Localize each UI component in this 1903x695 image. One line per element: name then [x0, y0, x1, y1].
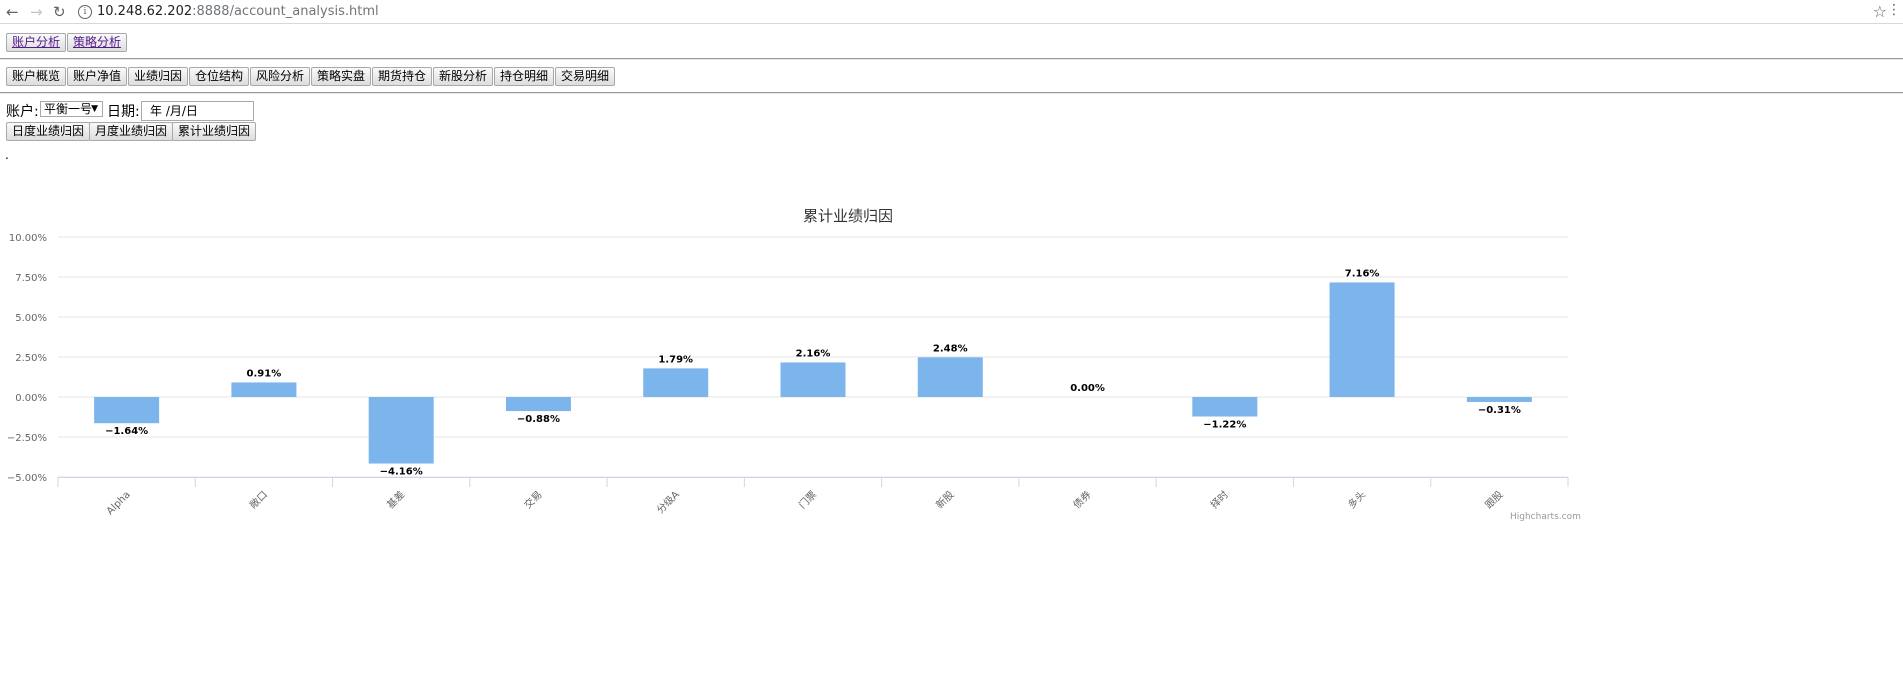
- tab-account-overview[interactable]: 账户概览: [6, 67, 67, 86]
- browser-toolbar: ← → ↻ i 10.248.62.202:8888/account_analy…: [0, 0, 1903, 24]
- info-icon[interactable]: i: [78, 5, 92, 19]
- bar: [643, 368, 709, 397]
- back-arrow-icon[interactable]: ←: [6, 3, 19, 21]
- data-label: −1.22%: [1203, 420, 1246, 431]
- y-tick-label: 0.00%: [15, 393, 47, 404]
- highcharts-credits[interactable]: Highcharts.com: [1510, 512, 1581, 522]
- data-label: 2.16%: [796, 348, 831, 359]
- bar: [368, 397, 434, 464]
- bar: [917, 357, 983, 397]
- nav-account-analysis[interactable]: 账户分析: [6, 33, 67, 52]
- x-tick-label: 交易: [521, 488, 544, 511]
- loading-text: .: [5, 148, 9, 162]
- tab-account-nav[interactable]: 账户净值: [67, 67, 128, 86]
- tab-position-structure[interactable]: 仓位结构: [189, 67, 250, 86]
- x-tick-label: 分级A: [654, 489, 682, 517]
- reload-icon[interactable]: ↻: [53, 3, 66, 21]
- account-label: 账户:: [6, 104, 39, 120]
- bar: [1466, 397, 1532, 402]
- url-host: 10.248.62.202: [97, 4, 193, 19]
- bar: [231, 382, 297, 397]
- data-label: 2.48%: [933, 343, 968, 354]
- forward-arrow-icon[interactable]: →: [30, 3, 43, 21]
- tab-performance-attribution[interactable]: 业绩归因: [128, 67, 189, 86]
- divider: [0, 92, 1903, 94]
- y-tick-label: 5.00%: [15, 313, 47, 324]
- date-input[interactable]: 年 /月/日: [141, 101, 254, 121]
- dropdown-arrow-icon: ▼: [91, 104, 98, 114]
- tab-ipo-analysis[interactable]: 新股分析: [433, 67, 494, 86]
- data-label: −0.31%: [1478, 405, 1521, 416]
- bar: [94, 397, 160, 424]
- data-label: −4.16%: [380, 467, 423, 478]
- bookmark-star-icon[interactable]: ☆: [1873, 2, 1887, 21]
- menu-dots-icon[interactable]: ⋮: [1887, 2, 1901, 18]
- y-tick-label: 7.50%: [15, 273, 47, 284]
- x-tick-label: 敞口: [247, 488, 270, 511]
- tab-holdings-detail[interactable]: 持仓明细: [494, 67, 555, 86]
- y-tick-label: −2.50%: [7, 433, 47, 444]
- tab-futures-holdings[interactable]: 期货持仓: [372, 67, 433, 86]
- y-tick-label: 10.00%: [9, 233, 47, 244]
- bar: [1192, 397, 1258, 417]
- x-tick-label: 基差: [384, 488, 407, 511]
- y-tick-label: −5.00%: [7, 473, 47, 484]
- tab-strategy-live[interactable]: 策略实盘: [311, 67, 372, 86]
- nav-strategy-analysis[interactable]: 策略分析: [67, 33, 128, 52]
- data-label: −1.64%: [105, 426, 148, 437]
- data-label: 0.00%: [1070, 383, 1105, 394]
- monthly-attribution-button[interactable]: 月度业绩归因: [89, 122, 174, 141]
- daily-attribution-button[interactable]: 日度业绩归因: [6, 122, 91, 141]
- divider: [0, 58, 1903, 60]
- tab-risk-analysis[interactable]: 风险分析: [250, 67, 311, 86]
- x-tick-label: 债券: [1070, 488, 1093, 511]
- address-bar[interactable]: 10.248.62.202:8888/account_analysis.html: [97, 3, 379, 21]
- url-path: :8888/account_analysis.html: [192, 4, 379, 19]
- data-label: −0.88%: [517, 414, 560, 425]
- account-select[interactable]: 平衡一号 ▼: [40, 101, 103, 117]
- bar: [505, 397, 571, 412]
- x-tick-label: 择时: [1208, 488, 1231, 511]
- data-label: 0.91%: [247, 368, 282, 379]
- date-label: 日期:: [107, 104, 140, 120]
- chart-title: 累计业绩归因: [803, 207, 893, 225]
- x-tick-label: 跟股: [1483, 489, 1506, 512]
- cumulative-attribution-button[interactable]: 累计业绩归因: [172, 122, 257, 141]
- x-tick-label: 多头: [1345, 488, 1368, 511]
- data-label: 1.79%: [658, 354, 693, 365]
- account-select-value: 平衡一号: [44, 102, 93, 116]
- bar: [1329, 282, 1395, 397]
- x-tick-label: 新股: [933, 488, 956, 511]
- bar: [780, 362, 846, 397]
- attribution-chart: 累计业绩归因 −5.00% −2.50% 0.00% 2.50% 5.00% 7.50% 10…: [7, 207, 1569, 517]
- x-tick-label: 门票: [796, 488, 819, 511]
- data-label: 7.16%: [1345, 268, 1380, 279]
- y-tick-label: 2.50%: [15, 353, 47, 364]
- x-tick-label: Alpha: [105, 489, 133, 517]
- tab-trade-detail[interactable]: 交易明细: [555, 67, 616, 86]
